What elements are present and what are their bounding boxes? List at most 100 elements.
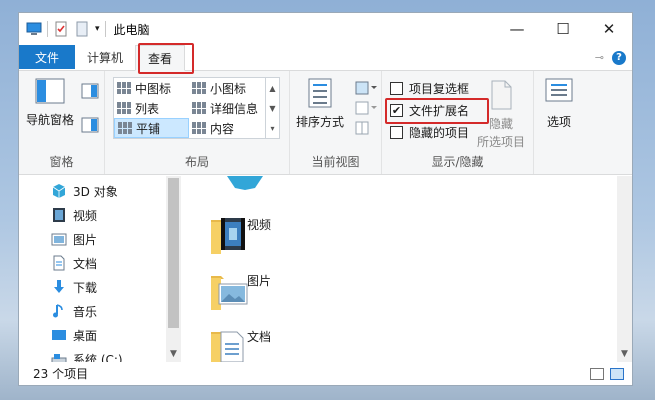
nav-pane-button[interactable]: 导航窗格 — [26, 75, 74, 152]
properties-icon[interactable] — [53, 21, 69, 37]
minimize-button[interactable]: — — [494, 13, 540, 45]
folder-label: 文档 — [247, 329, 272, 344]
file-extensions-toggle[interactable]: ✔ 文件扩展名 — [390, 99, 469, 121]
tiles-icon — [118, 122, 132, 134]
hide-selected-button[interactable]: 隐藏 所选项目 — [477, 77, 525, 152]
group-options: 选项 — [534, 71, 584, 174]
hidden-items-checkbox[interactable] — [390, 125, 403, 139]
explorer-window: ▾ 此电脑 — ☐ ✕ 文件 计算机 查看 ⊸ ? 导航窗格 窗格 中图标 小图… — [18, 12, 633, 386]
tab-file[interactable]: 文件 — [19, 45, 75, 69]
scroll-up-icon[interactable]: ▲ — [269, 84, 275, 93]
item-checkboxes-toggle[interactable]: 项目复选框 — [390, 77, 469, 99]
layout-small-icons[interactable]: 小图标 — [189, 78, 265, 98]
group-layout: 中图标 小图标 列表 详细信息 平铺 内容 ▲ ▼ ▾ 布局 — [105, 71, 290, 174]
ribbon: 导航窗格 窗格 中图标 小图标 列表 详细信息 平铺 内容 ▲ ▼ ▾ 布局 排… — [19, 71, 632, 175]
nav-item-label: 音乐 — [73, 304, 98, 319]
qat-dropdown-icon[interactable]: ▾ — [95, 24, 100, 34]
maximize-button[interactable]: ☐ — [540, 13, 586, 45]
toolbar-separator — [104, 21, 106, 37]
nav-item-label: 下载 — [73, 280, 98, 295]
current-view-small-buttons — [355, 75, 377, 152]
list-item[interactable]: 文档 — [209, 326, 271, 362]
layout-tiles[interactable]: 平铺 — [114, 118, 189, 138]
videos-icon — [53, 208, 65, 222]
layout-medium-icons[interactable]: 中图标 — [114, 78, 189, 98]
nav-item-downloads[interactable]: 下载 — [51, 276, 97, 298]
sort-by-icon — [308, 78, 332, 108]
documents-icon — [53, 255, 65, 271]
window-title: 此电脑 — [113, 22, 150, 37]
new-folder-icon[interactable] — [74, 21, 90, 37]
nav-item-pictures[interactable]: 图片 — [51, 228, 97, 250]
layout-list[interactable]: 列表 — [114, 98, 189, 118]
group-panes: 导航窗格 窗格 — [19, 71, 105, 174]
layout-tiles-label: 平铺 — [136, 121, 161, 136]
close-button[interactable]: ✕ — [586, 13, 632, 45]
navigation-pane: 3D 对象 视频 图片 文档 下载 音乐 桌面 系统 (C:) ▼ — [19, 176, 181, 367]
options-label: 选项 — [546, 115, 571, 129]
tab-computer[interactable]: 计算机 — [75, 45, 135, 70]
expand-gallery-icon[interactable]: ▾ — [270, 124, 274, 133]
music-icon — [53, 304, 63, 318]
details-icon — [192, 102, 206, 114]
nav-pane-scroll-thumb[interactable] — [168, 178, 179, 328]
computer-icon[interactable] — [26, 21, 42, 37]
tab-view[interactable]: 查看 — [135, 45, 186, 71]
documents-folder-icon — [209, 326, 244, 362]
layout-list-label: 列表 — [135, 101, 160, 116]
options-button[interactable]: 选项 — [544, 75, 574, 152]
details-view-icon[interactable] — [590, 367, 604, 380]
nav-item-label: 桌面 — [73, 328, 98, 343]
large-icons-view-icon[interactable] — [610, 367, 624, 380]
nav-item-documents[interactable]: 文档 — [51, 252, 97, 274]
toolbar-separator — [47, 21, 48, 37]
nav-pane-label: 导航窗格 — [26, 113, 75, 127]
layout-small-icons-label: 小图标 — [210, 81, 247, 96]
help-icon[interactable]: ? — [612, 50, 626, 65]
group-show-hide: 项目复选框 ✔ 文件扩展名 隐藏的项目 隐藏 所选项目 显示/隐藏 — [382, 71, 534, 174]
nav-item-desktop[interactable]: 桌面 — [51, 324, 97, 346]
size-columns-icon[interactable] — [355, 121, 377, 135]
3d-objects-partial-icon — [227, 176, 263, 190]
pane-small-buttons — [81, 75, 99, 152]
ribbon-tabs: 文件 计算机 查看 ⊸ ? — [19, 43, 632, 74]
layout-medium-icons-label: 中图标 — [135, 81, 172, 96]
add-columns-icon[interactable] — [355, 101, 377, 115]
options-icon — [545, 78, 573, 102]
nav-pane-icon — [35, 78, 65, 104]
item-checkboxes-checkbox[interactable] — [390, 81, 403, 95]
layout-gallery-scroller[interactable]: ▲ ▼ ▾ — [266, 77, 280, 139]
nav-item-3d-objects[interactable]: 3D 对象 — [51, 180, 118, 202]
nav-item-label: 3D 对象 — [73, 184, 118, 199]
folder-label: 视频 — [247, 217, 272, 232]
nav-item-music[interactable]: 音乐 — [51, 300, 97, 322]
scroll-down-icon[interactable]: ▼ — [269, 104, 275, 113]
folder-label: 图片 — [247, 273, 272, 288]
layout-details[interactable]: 详细信息 — [189, 98, 265, 118]
item-checkboxes-label: 项目复选框 — [409, 81, 470, 96]
content-scrollbar[interactable]: ▼ — [617, 176, 632, 362]
list-item[interactable]: 视频 — [209, 214, 272, 254]
nav-item-videos[interactable]: 视频 — [51, 204, 97, 226]
group-label-current-view: 当前视图 — [311, 155, 360, 169]
layout-content[interactable]: 内容 — [189, 118, 265, 138]
list-icon — [117, 102, 131, 114]
nav-item-label: 文档 — [73, 256, 98, 271]
details-pane-icon[interactable] — [81, 117, 99, 133]
file-extensions-checkbox[interactable]: ✔ — [390, 103, 403, 117]
list-item[interactable]: 图片 — [209, 270, 272, 310]
group-by-icon[interactable] — [355, 81, 377, 95]
small-icons-icon — [192, 82, 206, 94]
pin-icon[interactable]: ⊸ — [595, 51, 604, 64]
group-label-options — [534, 152, 584, 174]
hide-selected-sublabel: 所选项目 — [477, 135, 526, 149]
pictures-folder-icon — [209, 270, 248, 310]
pictures-icon — [51, 233, 67, 246]
hidden-items-toggle[interactable]: 隐藏的项目 — [390, 121, 469, 143]
nav-pane-scrollbar[interactable]: ▼ — [166, 176, 181, 362]
preview-pane-icon[interactable] — [81, 83, 99, 99]
scroll-down-icon[interactable]: ▼ — [617, 346, 632, 361]
sort-by-button[interactable]: 排序方式 — [296, 75, 344, 152]
scroll-down-icon[interactable]: ▼ — [166, 346, 181, 361]
group-label-layout: 布局 — [184, 155, 209, 169]
